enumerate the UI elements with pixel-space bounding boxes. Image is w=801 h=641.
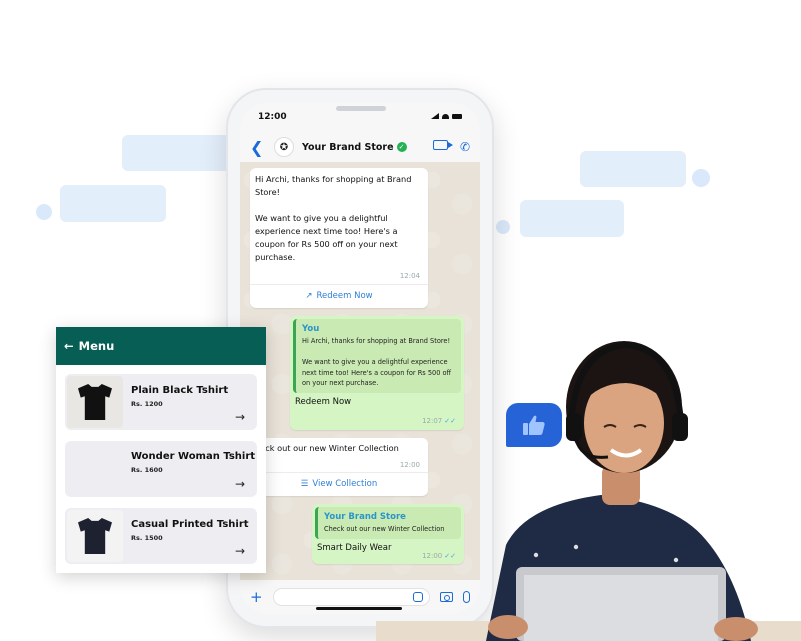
product-menu: ← Menu Plain Black Tshirt Rs. 1200 → Won…: [56, 327, 266, 573]
arrow-right-icon[interactable]: →: [235, 544, 245, 558]
signal-icon: [431, 113, 439, 119]
menu-item-casual-printed-tshirt[interactable]: Casual Printed Tshirt Rs. 1500 →: [65, 508, 257, 564]
status-time: 12:00: [258, 112, 287, 122]
decor-bubble: [122, 135, 232, 171]
back-arrow-icon[interactable]: ❮: [250, 138, 270, 157]
contact-name[interactable]: Your Brand Store: [302, 142, 394, 153]
decor-bubble: [520, 200, 624, 237]
external-link-icon: ↗: [305, 291, 313, 301]
product-price: Rs. 1500: [131, 534, 163, 542]
message-text: Hi Archi, thanks for shopping at Brand S…: [255, 174, 412, 262]
menu-header: ← Menu: [56, 327, 266, 365]
product-image: [67, 510, 123, 562]
product-image: [67, 376, 123, 428]
view-collection-label: View Collection: [312, 479, 378, 489]
decor-bubble: [60, 185, 166, 222]
status-icons: [431, 113, 462, 119]
incoming-message: Hi Archi, thanks for shopping at Brand S…: [250, 168, 428, 308]
header-actions: ✆: [432, 140, 470, 154]
back-arrow-icon[interactable]: ←: [64, 339, 74, 353]
voice-call-icon[interactable]: ✆: [460, 140, 470, 154]
verified-badge-icon: ✓: [396, 142, 407, 152]
attach-plus-icon[interactable]: +: [250, 588, 263, 606]
decor-dot: [692, 169, 710, 187]
redeem-now-label: Redeem Now: [316, 291, 373, 301]
arrow-right-icon[interactable]: →: [235, 477, 245, 491]
battery-icon: [452, 113, 462, 119]
redeem-now-button[interactable]: ↗ Redeem Now: [250, 284, 428, 308]
product-price: Rs. 1200: [131, 400, 163, 408]
menu-title: Menu: [78, 339, 115, 353]
tshirt-icon: [78, 384, 112, 420]
decor-dot: [496, 220, 510, 234]
video-call-icon[interactable]: [432, 140, 453, 150]
customer-support-agent-image: [376, 341, 801, 641]
product-name: Casual Printed Tshirt: [131, 519, 249, 530]
decor-bubble: [580, 151, 686, 187]
product-name: Wonder Woman Tshirt: [131, 451, 256, 462]
product-name: Plain Black Tshirt: [131, 385, 229, 396]
phone-notch: [336, 106, 386, 111]
product-price: Rs. 1600: [131, 466, 163, 474]
store-logo-icon[interactable]: ✪: [274, 137, 294, 157]
message-time: 12:04: [399, 272, 420, 280]
wifi-icon: [442, 113, 449, 119]
menu-item-wonder-woman-tshirt[interactable]: Wonder Woman Tshirt Rs. 1600 →: [65, 441, 257, 497]
menu-item-plain-black-tshirt[interactable]: Plain Black Tshirt Rs. 1200 →: [65, 374, 257, 430]
list-icon: ☰: [300, 479, 309, 489]
arrow-right-icon[interactable]: →: [235, 410, 245, 424]
tshirt-icon: [78, 518, 112, 554]
decor-dot: [36, 204, 52, 220]
chat-header: ❮ ✪ Your Brand Store ✓ ✆: [240, 132, 480, 162]
